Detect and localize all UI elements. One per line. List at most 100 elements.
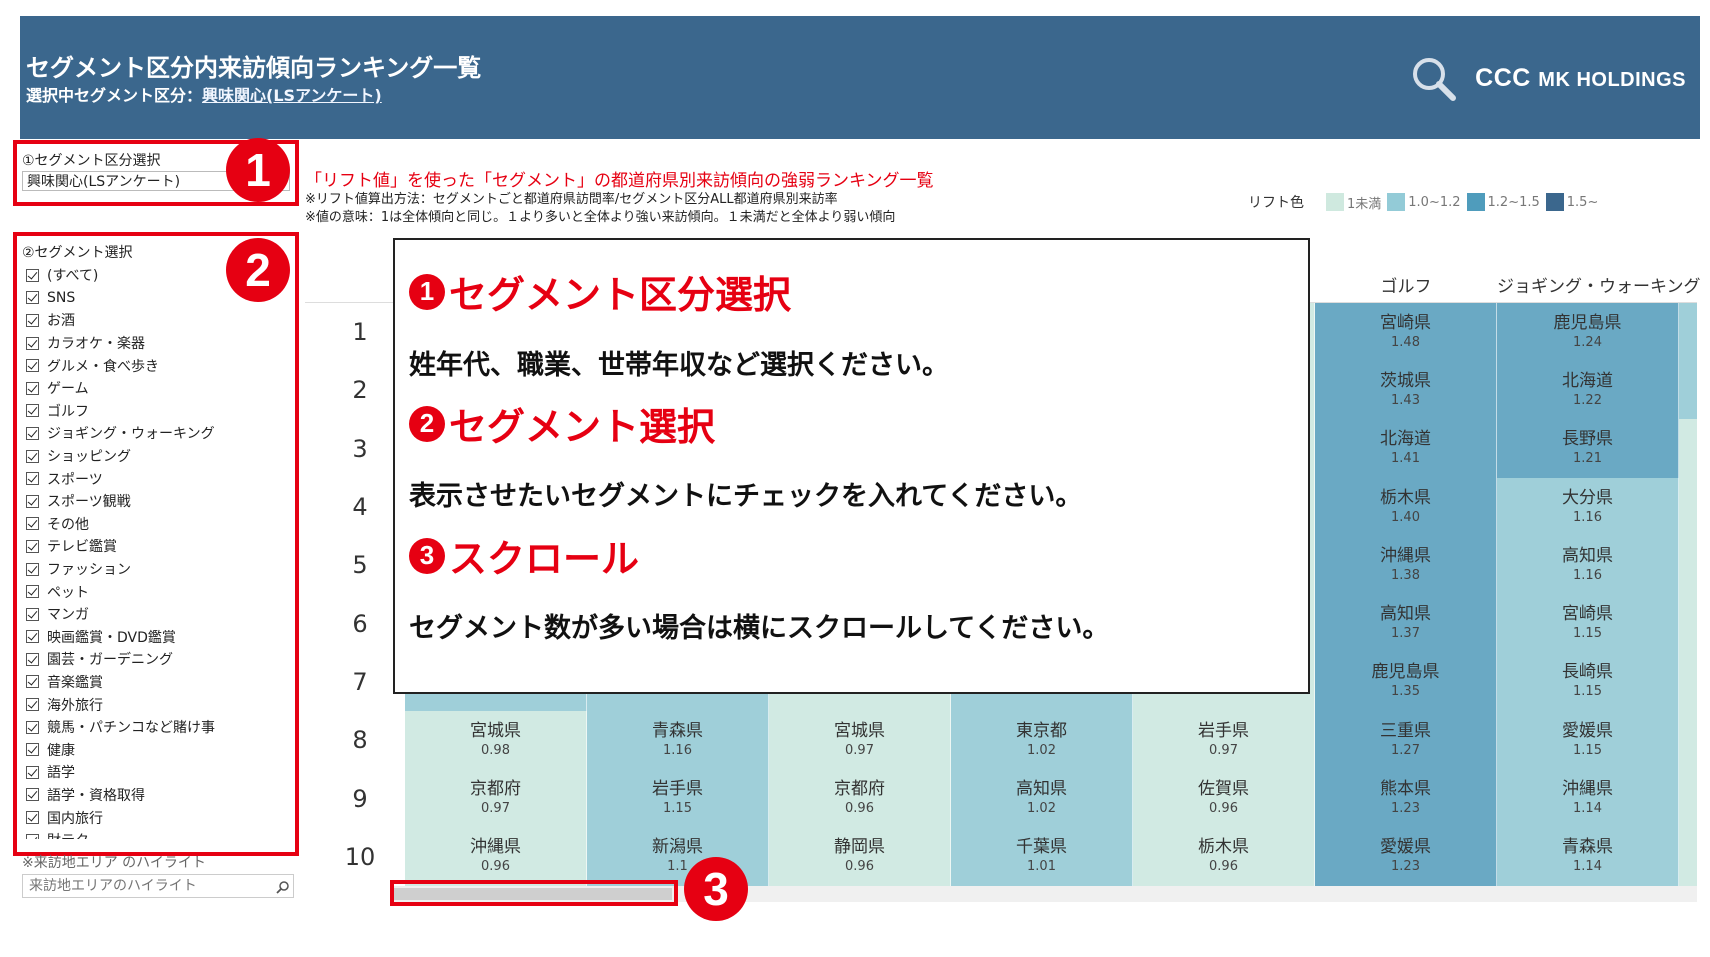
instruction-text-2: 表示させたいセグメントにチェックを入れてください。 <box>409 481 1083 512</box>
lift-value: 1.02 <box>1027 801 1056 817</box>
ranking-cell[interactable]: 宮城県 0.97 <box>769 711 951 770</box>
prefecture-name: 長野県 <box>1562 429 1613 450</box>
ranking-cell[interactable]: 千葉県 1.01 <box>951 827 1133 886</box>
ranking-cell[interactable]: 岩手県 0.97 <box>1133 711 1315 770</box>
ranking-cell[interactable]: 京都府 0.96 <box>769 769 951 828</box>
ranking-cell[interactable]: 北海道 1.22 <box>1497 361 1679 420</box>
ranking-cell[interactable]: 栃木県 1.40 <box>1315 477 1497 537</box>
selected-segment-line: 選択中セグメント区分：興味関心(LSアンケート) <box>26 82 382 106</box>
ranking-cell[interactable]: 京都府 0.97 <box>405 769 587 828</box>
lift-value: 0.97 <box>845 742 874 758</box>
prefecture-name: 静岡県 <box>834 837 885 858</box>
prefecture-name: 栃木県 <box>1380 487 1431 508</box>
rank-label: 2 <box>352 376 368 405</box>
ranking-cell[interactable]: 三重県 1.27 <box>1315 711 1497 770</box>
rank-label: 8 <box>352 726 368 755</box>
instruction-text-3: セグメント数が多い場合は横にスクロールしてください。 <box>409 613 1110 644</box>
ranking-cell[interactable]: 鹿児島県 1.24 <box>1497 303 1679 362</box>
lift-meaning-note: ※値の意味：1は全体傾向と同じ。１より多いと全体より強い来訪傾向。１未満だと全体… <box>305 210 896 225</box>
lift-color-legend: リフト色 1未満 1.0~1.2 1.2~1.5 1.5~ <box>1248 192 1598 212</box>
legend-item: 1.0~1.2 <box>1387 193 1461 211</box>
ranking-cell[interactable]: 沖縄県 0.96 <box>405 827 587 886</box>
prefecture-name: 愛媛県 <box>1562 720 1613 741</box>
lift-value: 1.24 <box>1573 334 1602 350</box>
rank-column: 1 2 3 4 5 6 7 8 9 10 <box>320 303 400 886</box>
lift-value: 0.98 <box>481 742 510 758</box>
magnifier-logo-icon <box>1413 58 1457 101</box>
prefecture-name: 大分県 <box>1562 487 1613 508</box>
selected-segment-link[interactable]: 興味関心(LSアンケート) <box>202 86 382 105</box>
ranking-cell[interactable]: 大分県 1.16 <box>1497 477 1679 537</box>
prefecture-name: 高知県 <box>1016 779 1067 800</box>
ranking-cell[interactable]: 高知県 1.02 <box>951 769 1133 828</box>
ranking-cell[interactable]: 長野県 1.21 <box>1497 419 1679 478</box>
prefecture-name: 沖縄県 <box>470 837 521 858</box>
ranking-cell[interactable]: 愛媛県 1.15 <box>1497 711 1679 770</box>
lift-value: 1.15 <box>1573 742 1602 758</box>
prefecture-name: 北海道 <box>1562 370 1613 391</box>
instruction-heading-3: 3 スクロール <box>409 528 639 583</box>
ranking-cell[interactable]: 静岡県 0.96 <box>769 827 951 886</box>
legend-item: 1.2~1.5 <box>1466 193 1540 211</box>
lift-value: 1.48 <box>1391 334 1420 350</box>
selected-segment-prefix: 選択中セグメント区分： <box>26 86 203 105</box>
rank-label: 10 <box>344 842 376 871</box>
lift-value: 1.16 <box>663 742 692 758</box>
area-highlight-input[interactable] <box>22 874 294 898</box>
prefecture-name: 沖縄県 <box>1562 779 1613 800</box>
legend-swatch <box>1545 193 1564 211</box>
lift-value: 1.15 <box>1573 684 1602 700</box>
ranking-cell[interactable]: 高知県 1.37 <box>1315 594 1497 653</box>
lift-value: 1.23 <box>1391 801 1420 817</box>
prefecture-name: 京都府 <box>834 779 885 800</box>
lift-value: 0.97 <box>1209 742 1238 758</box>
ranking-cell[interactable]: 高知県 1.16 <box>1497 536 1679 595</box>
legend-item: 1.5~ <box>1545 193 1598 211</box>
ranking-cell[interactable]: 岩手県 1.15 <box>587 769 769 828</box>
annotation-badge-3: 3 <box>684 857 748 921</box>
lift-value: 1.15 <box>1573 626 1602 642</box>
ranking-cell[interactable]: 沖縄県 1.38 <box>1315 536 1497 595</box>
ranking-cell[interactable]: 茨城県 1.43 <box>1315 361 1497 420</box>
ranking-cell[interactable]: 青森県 1.14 <box>1497 827 1679 886</box>
ranking-cell[interactable]: 青森県 1.16 <box>587 711 769 770</box>
prefecture-name: 岩手県 <box>652 779 703 800</box>
brand-name: CCC MK HOLDINGS <box>1475 63 1686 92</box>
lift-value: 1.21 <box>1573 451 1602 467</box>
ranking-cell[interactable]: 長崎県 1.15 <box>1497 652 1679 712</box>
prefecture-name: 熊本県 <box>1380 779 1431 800</box>
lift-value: 1.43 <box>1391 392 1420 408</box>
prefecture-name: 北海道 <box>1380 429 1431 450</box>
prefecture-name: 愛媛県 <box>1380 837 1431 858</box>
prefecture-name: 千葉県 <box>1016 837 1067 858</box>
prefecture-name: 新潟県 <box>652 837 703 858</box>
prefecture-name: 鹿児島県 <box>1371 662 1440 683</box>
column-header-golf: ゴルフ <box>1380 277 1432 297</box>
annotation-badge-2: 2 <box>226 238 290 302</box>
ranking-cell[interactable]: 沖縄県 1.14 <box>1497 769 1679 828</box>
ranking-cell[interactable]: 北海道 1.41 <box>1315 419 1497 478</box>
ranking-cell[interactable]: 熊本県 1.23 <box>1315 769 1497 828</box>
rank-label: 7 <box>352 667 368 696</box>
prefecture-name: 高知県 <box>1562 545 1613 566</box>
ranking-cell[interactable]: 栃木県 0.96 <box>1133 827 1315 886</box>
ranking-cell[interactable]: 宮城県 0.98 <box>405 711 587 770</box>
lift-value: 0.96 <box>845 859 874 875</box>
page-title: セグメント区分内来訪傾向ランキング一覧 <box>26 54 482 82</box>
prefecture-name: 高知県 <box>1380 604 1431 625</box>
rank-label: 9 <box>352 784 368 813</box>
ranking-cell[interactable]: 東京都 1.02 <box>951 711 1133 770</box>
prefecture-name: 佐賀県 <box>1198 779 1249 800</box>
annotation-box-2 <box>13 232 299 856</box>
instruction-text-1: 姓年代、職業、世帯年収など選択ください。 <box>409 350 949 381</box>
lift-value: 1.16 <box>1573 509 1602 525</box>
ranking-cell[interactable]: 宮崎県 1.48 <box>1315 303 1497 362</box>
ranking-cell[interactable]: 佐賀県 0.96 <box>1133 769 1315 828</box>
ranking-cell[interactable]: 愛媛県 1.23 <box>1315 827 1497 886</box>
ranking-cell[interactable]: 宮崎県 1.15 <box>1497 594 1679 653</box>
lift-value: 1.02 <box>1027 742 1056 758</box>
rank-label: 5 <box>352 551 368 580</box>
lift-value: 1.40 <box>1391 509 1420 525</box>
ranking-cell[interactable]: 鹿児島県 1.35 <box>1315 652 1497 712</box>
lift-formula-note: ※リフト値算出方法：セグメントごと都道府県訪問率/セグメント区分ALL都道府県別… <box>305 192 838 207</box>
